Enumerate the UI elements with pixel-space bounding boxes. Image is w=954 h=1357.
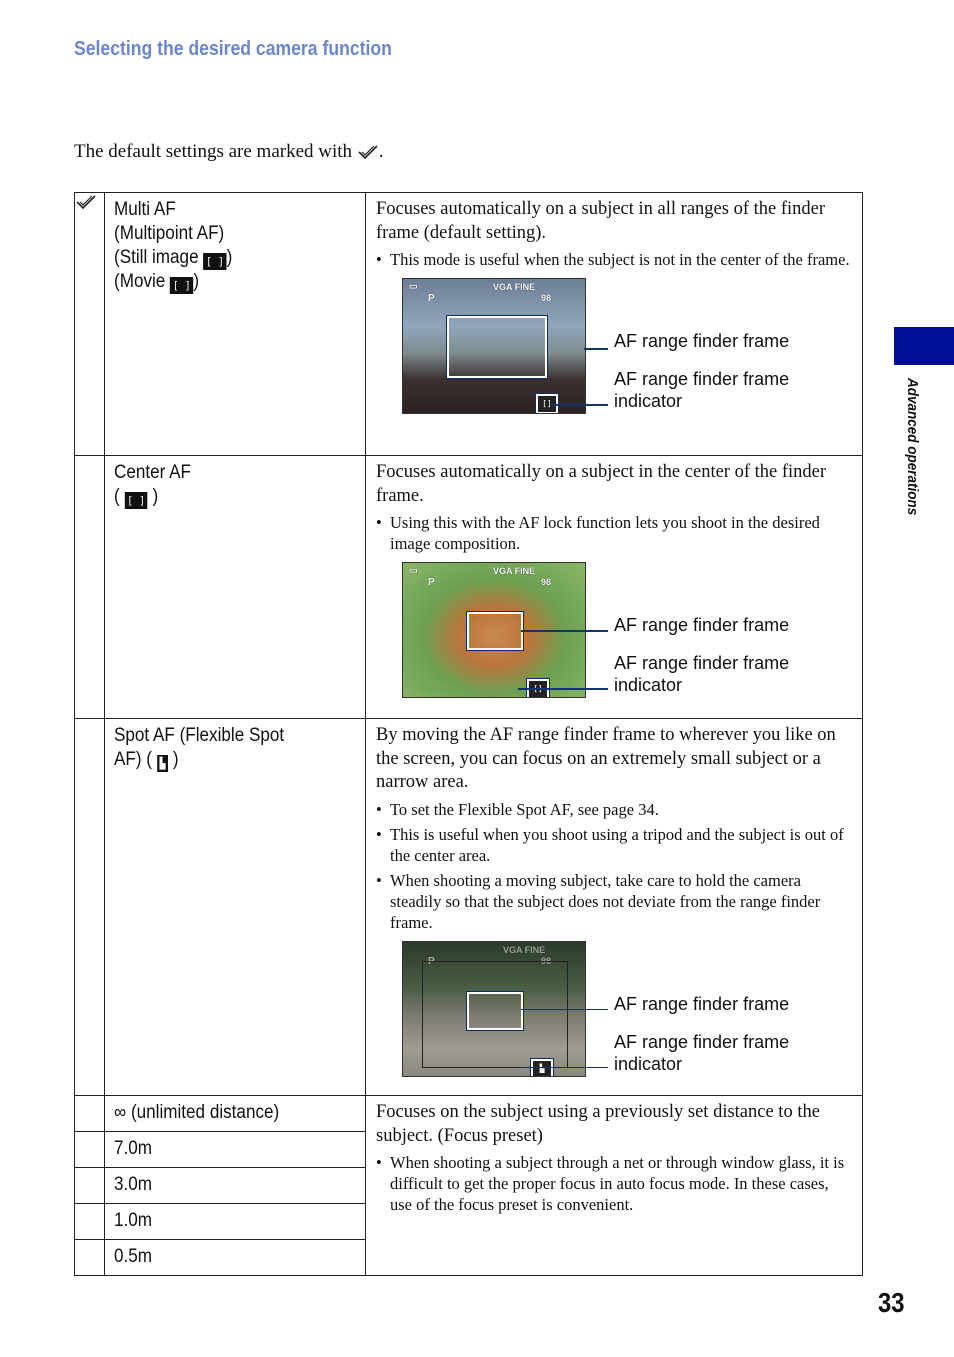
side-tab-marker (894, 327, 954, 365)
preset-option: 7.0m (114, 1138, 153, 1159)
mode-description: Focuses automatically on a subject in al… (376, 199, 826, 243)
callout-leader (518, 688, 608, 690)
default-marker-cell (74, 718, 105, 1096)
description-cell: Focuses automatically on a subject in th… (365, 455, 863, 719)
mode-name-cont: AF) ( (114, 749, 152, 770)
table-row-center-af: Center AF ( [ ] ) Focuses automatically … (74, 455, 863, 719)
preset-option-cell: 3.0m (104, 1167, 366, 1204)
callout-af-frame: AF range finder frame (614, 331, 790, 351)
lcd-screen-photo: ▭ P VGA FINE 98 [] (402, 278, 586, 414)
mode-description: Focuses automatically on a subject in th… (376, 462, 827, 506)
mode-name: Center AF (114, 462, 191, 483)
default-marker-cell (74, 192, 105, 456)
callout-leader (584, 348, 608, 350)
multi-af-movie-icon: [ ] (170, 277, 194, 294)
lcd-figure: P VGA FINE 98 ▙ AF range finder frame AF… (366, 940, 862, 1091)
description-cell: Focuses on the subject using a previousl… (365, 1095, 863, 1276)
preset-option-cell: 0.5m (104, 1239, 366, 1276)
checkmark-icon (76, 195, 96, 210)
checkmark-icon (358, 145, 378, 160)
preset-description: Focuses on the subject using a previousl… (376, 1102, 820, 1146)
multi-af-still-icon: [ ] (203, 253, 227, 270)
center-af-icon: [ ] (124, 492, 148, 509)
preset-option-cell: 7.0m (104, 1131, 366, 1168)
default-marker-cell (74, 1131, 105, 1168)
osd-quality: VGA FINE (493, 282, 536, 292)
intro-line: The default settings are marked with . (74, 141, 384, 163)
lcd-figure: ▭ P VGA FINE 98 [] AF range finder frame… (366, 562, 862, 712)
note-bullet: This is useful when you shoot using a tr… (376, 824, 852, 866)
note-bullet: When shooting a moving subject, take car… (376, 870, 852, 933)
default-marker-cell (74, 455, 105, 719)
default-marker-cell (74, 1167, 105, 1204)
preset-option: 1.0m (114, 1210, 153, 1231)
mode-description: By moving the AF range finder frame to w… (376, 725, 836, 792)
note-bullet: Using this with the AF lock function let… (376, 512, 852, 554)
af-range-finder-frame (446, 315, 548, 379)
preset-option-cell: ∞ (unlimited distance) (104, 1095, 366, 1132)
callout-leader (551, 404, 608, 406)
battery-icon: ▭ (409, 565, 418, 575)
page-number: 33 (878, 1287, 905, 1318)
spot-af-icon: ▙ (156, 755, 169, 772)
osd-count: 98 (541, 577, 552, 587)
paren-open: ( (114, 486, 120, 507)
default-marker-cell (74, 1095, 105, 1132)
mode-name-cell: Spot AF (Flexible Spot AF) ( ▙ ) (104, 718, 366, 1096)
table-row-preset-infinity: ∞ (unlimited distance) Focuses on the su… (74, 1095, 863, 1276)
mode-subname: (Multipoint AF) (114, 223, 225, 244)
preset-option: ∞ (unlimited distance) (114, 1102, 280, 1123)
camera-function-table: Multi AF (Multipoint AF) (Still image [ … (74, 192, 863, 1276)
default-marker-cell (74, 1203, 105, 1240)
intro-text: The default settings are marked with (74, 141, 353, 162)
description-cell: By moving the AF range finder frame to w… (365, 718, 863, 1096)
osd-mode: P (428, 293, 435, 304)
description-cell: Focuses automatically on a subject in al… (365, 192, 863, 456)
mode-name: Multi AF (114, 199, 176, 220)
callout-af-frame: AF range finder frame (614, 993, 790, 1014)
mode-name: Spot AF (Flexible Spot (114, 725, 285, 746)
preset-option: 3.0m (114, 1174, 153, 1195)
callout-leader (521, 1066, 608, 1068)
osd-mode: P (428, 577, 435, 588)
default-marker-cell (74, 1239, 105, 1276)
section-title: Selecting the desired camera function (74, 38, 392, 60)
note-bullet: When shooting a subject through a net or… (376, 1152, 852, 1215)
af-range-finder-frame (466, 611, 524, 651)
osd-count: 98 (541, 293, 552, 303)
mode-name-cell: Center AF ( [ ] ) (104, 455, 366, 719)
side-tab-label: Advanced operations (904, 378, 921, 516)
note-bullet: This mode is useful when the subject is … (376, 249, 852, 270)
intro-period: . (378, 141, 384, 162)
callout-leader (521, 1008, 608, 1010)
still-image-label: (Still image (114, 247, 199, 268)
callout-af-frame: AF range finder frame (614, 615, 790, 635)
callout-af-indicator: AF range finder frame indicator (614, 369, 790, 411)
battery-icon: ▭ (409, 281, 418, 291)
callout-leader (521, 630, 608, 632)
movie-label: (Movie (114, 271, 166, 292)
callout-af-indicator: AF range finder frame indicator (614, 1031, 790, 1074)
af-range-finder-frame (466, 990, 524, 1031)
callout-af-indicator: AF range finder frame indicator (614, 653, 790, 695)
mode-name-cell: Multi AF (Multipoint AF) (Still image [ … (104, 192, 366, 456)
preset-option-cell: 1.0m (104, 1203, 366, 1240)
table-row-multi-af: Multi AF (Multipoint AF) (Still image [ … (74, 192, 863, 456)
preset-option: 0.5m (114, 1246, 153, 1267)
lcd-figure: ▭ P VGA FINE 98 [] AF range finder frame… (366, 278, 862, 428)
note-bullet: To set the Flexible Spot AF, see page 34… (376, 799, 852, 820)
osd-quality: VGA FINE (493, 566, 536, 576)
table-row-spot-af: Spot AF (Flexible Spot AF) ( ▙ ) By movi… (74, 718, 863, 1096)
osd-quality: VGA FINE (503, 944, 546, 955)
